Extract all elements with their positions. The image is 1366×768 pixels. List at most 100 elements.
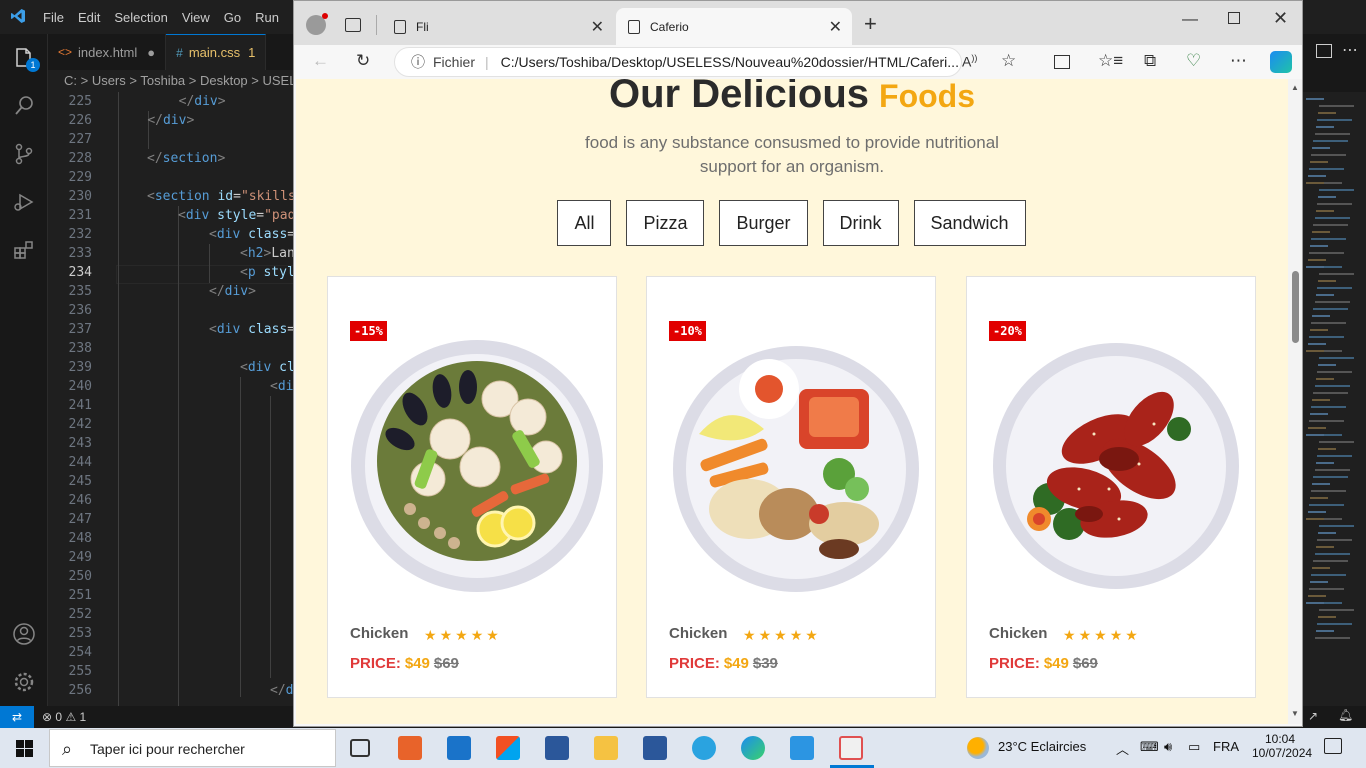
filter-sandwich-button[interactable]: Sandwich [913, 200, 1026, 246]
page-scrollbar[interactable]: ▲ ▼ [1288, 79, 1302, 724]
menu-selection[interactable]: Selection [114, 10, 167, 25]
product-card[interactable]: -10% Chicken ★★★★★ PRICE: $49 $39 [646, 276, 936, 698]
star-icon: ★ [1109, 627, 1126, 643]
minimap[interactable] [1302, 92, 1366, 706]
new-tab-plus-icon[interactable]: + [864, 11, 877, 37]
heading-text: Our Delicious [608, 79, 870, 116]
network-icon[interactable]: ▭ [1188, 739, 1200, 755]
edge-browser-icon[interactable] [741, 736, 765, 760]
filter-all-button[interactable]: All [557, 200, 612, 246]
clock-time: 10:04 [1264, 732, 1296, 746]
tab-index-html[interactable]: <> index.html ● [48, 34, 167, 70]
product-name: Chicken [669, 625, 728, 642]
rating-stars: ★★★★★ [424, 627, 502, 644]
word-app-icon[interactable] [545, 736, 569, 760]
code-line: <div class= [209, 227, 294, 242]
settings-gear-icon[interactable] [12, 670, 36, 694]
explorer-icon[interactable]: 1 [12, 46, 40, 72]
extensions-icon[interactable] [12, 238, 36, 262]
line-number: 250 [68, 569, 92, 584]
refresh-icon[interactable]: ↻ [356, 51, 370, 71]
volume-icon[interactable]: 🔊︎ [1164, 739, 1172, 755]
feedback-icon[interactable]: ↗ [1308, 709, 1318, 723]
breadcrumb[interactable]: C: > Users > Toshiba > Desktop > USELE [48, 70, 298, 92]
favorites-icon[interactable]: ☆≡ [1098, 51, 1123, 71]
problem-count: 1 [248, 45, 256, 60]
code-editor[interactable]: 225 226 227 228 229 230 231 232 233 234 235 236 237 2… [48, 92, 294, 706]
weather-icon[interactable] [967, 737, 989, 759]
vscode-app-icon[interactable] [790, 736, 814, 760]
filter-drink-button[interactable]: Drink [822, 200, 899, 246]
address-bar[interactable]: ⓘ Fichier | C:/Users/Toshiba/Desktop/USELES… [394, 47, 962, 77]
back-arrow-icon[interactable]: ← [312, 51, 329, 71]
filter-pizza-button[interactable]: Pizza [626, 200, 705, 246]
mail-app-icon[interactable] [447, 736, 471, 760]
show-hidden-icons-chevron-icon[interactable]: ︿ [1116, 739, 1129, 758]
page-icon [394, 19, 406, 34]
code-line: <h2>Lan [240, 246, 294, 261]
menu-view[interactable]: View [182, 10, 210, 25]
browser-tab-fli[interactable]: Fli ✕ [382, 8, 614, 45]
close-window-icon[interactable]: ✕ [1273, 8, 1288, 29]
scroll-down-arrow-icon[interactable]: ▼ [1291, 709, 1299, 718]
clock[interactable]: 10:04 10/07/2024 [1252, 732, 1312, 760]
filter-burger-button[interactable]: Burger [719, 200, 808, 246]
search-icon[interactable] [12, 94, 36, 118]
browser-essentials-icon[interactable]: ♡ [1186, 51, 1201, 71]
tab-actions-icon[interactable] [345, 18, 361, 32]
file-explorer-icon[interactable] [594, 736, 618, 760]
product-card[interactable]: -15% Chicken ★★★★★ PRICE: $49 $69 [327, 276, 617, 698]
code-line: <div cl [240, 360, 294, 375]
split-screen-icon[interactable] [1054, 55, 1070, 69]
read-aloud-icon[interactable]: A)) [962, 53, 977, 70]
xampp-app-icon[interactable] [398, 736, 422, 760]
close-tab-icon[interactable]: ✕ [591, 17, 604, 37]
info-icon[interactable]: ⓘ [411, 54, 425, 70]
browser-window: Fli ✕ Caferio ✕ + — ✕ ← ↻ ⓘ Fichier | C:/Us… [293, 0, 1303, 727]
profile-notification-dot [322, 13, 328, 19]
weather-text[interactable]: 23°C Eclaircies [998, 739, 1086, 754]
vscode-logo-icon [10, 8, 26, 24]
line-number: 252 [68, 607, 92, 622]
scroll-up-arrow-icon[interactable]: ▲ [1291, 83, 1299, 92]
taskbar-search-input[interactable]: ⌕ Taper ici pour rechercher [49, 729, 336, 767]
menu-run[interactable]: Run [255, 10, 279, 25]
task-view-icon[interactable] [350, 739, 370, 757]
star-icon: ★ [758, 627, 775, 643]
browser-tab-caferio[interactable]: Caferio ✕ [616, 8, 852, 45]
copilot-icon[interactable] [1270, 51, 1292, 73]
search-magnifier-icon: ⌕ [62, 739, 73, 759]
star-icon: ★ [439, 627, 456, 643]
close-tab-icon[interactable]: ✕ [829, 17, 842, 37]
more-actions-icon[interactable]: ⋯ [1342, 40, 1358, 60]
maximize-icon[interactable] [1228, 12, 1240, 24]
menu-edit[interactable]: Edit [78, 10, 100, 25]
tab-main-css[interactable]: # main.css 1 [166, 34, 267, 70]
word-document-icon[interactable] [643, 736, 667, 760]
account-icon[interactable] [12, 622, 36, 646]
favorite-star-icon[interactable]: ☆ [1001, 51, 1016, 71]
current-price: $49 [1043, 655, 1069, 672]
source-control-icon[interactable] [12, 142, 36, 166]
run-debug-icon[interactable] [12, 190, 36, 214]
remote-icon[interactable]: ⇄ [0, 706, 34, 728]
minimize-icon[interactable]: — [1182, 11, 1198, 29]
language-indicator[interactable]: FRA [1213, 739, 1239, 754]
split-editor-icon[interactable] [1316, 44, 1332, 58]
notification-center-icon[interactable] [1324, 738, 1342, 754]
tab-title: Caferio [650, 19, 689, 34]
product-card[interactable]: -20% Chicken ★★★★★ PRICE: $49 $69 [966, 276, 1256, 698]
menu-file[interactable]: File [43, 10, 64, 25]
store-app-icon[interactable] [496, 736, 520, 760]
telegram-app-icon[interactable] [692, 736, 716, 760]
menu-go[interactable]: Go [224, 10, 241, 25]
settings-more-icon[interactable]: ⋯ [1230, 51, 1247, 71]
windows-start-icon[interactable] [16, 740, 33, 760]
ime-icon[interactable]: ⌨ [1140, 739, 1159, 755]
active-app-icon[interactable] [839, 736, 863, 760]
collections-icon[interactable]: ⧉ [1144, 51, 1156, 71]
problems-indicator[interactable]: ⊗ 0 ⚠ 1 [42, 710, 86, 724]
taskbar: ⌕ Taper ici pour rechercher 23°C Eclairc… [0, 728, 1366, 768]
scrollbar-thumb[interactable] [1292, 271, 1299, 343]
notifications-bell-icon[interactable]: 🔔︎ [1338, 708, 1353, 722]
